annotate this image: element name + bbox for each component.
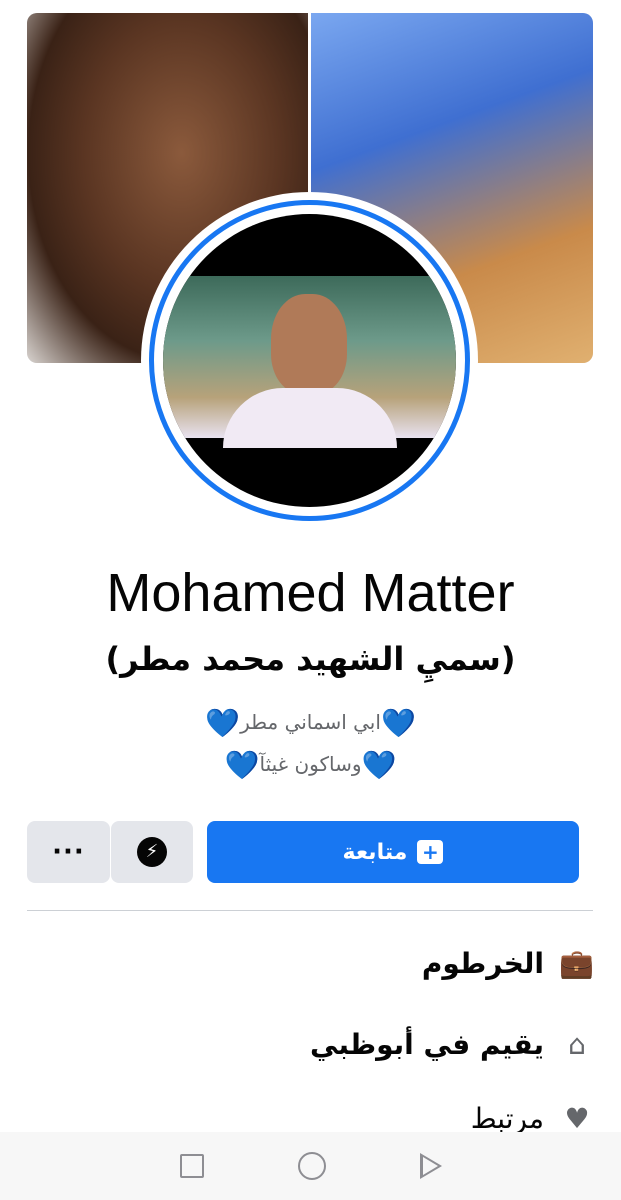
android-navigation-bar [0, 1132, 621, 1200]
message-button[interactable]: ⚡ [111, 821, 193, 883]
home-icon: ⌂ [568, 1027, 586, 1061]
relationship-text: مرتبط [470, 1102, 544, 1135]
blue-heart-icon: 💙 [205, 706, 241, 740]
avatar-video-frame [163, 276, 456, 448]
info-row-relationship[interactable]: ♥ مرتبط [471, 1102, 594, 1135]
lives-in-text: يقيم في أبوظبي [309, 1028, 544, 1061]
more-options-button[interactable]: ··· [27, 821, 110, 883]
profile-alternate-name: (سميِ الشهيد محمد مطر) [105, 640, 516, 678]
workplace-text: الخرطوم [421, 947, 544, 980]
bio-line-1: 💙ابي اسماني مطر💙 [0, 702, 621, 744]
follow-inbox-icon: + [417, 840, 444, 864]
bio-line-2: 💙وساكون غيثآ💙 [0, 744, 621, 786]
blue-heart-icon: 💙 [224, 748, 260, 781]
briefcase-icon: 💼 [559, 946, 594, 980]
profile-picture[interactable] [141, 192, 478, 529]
info-row-lives-in[interactable]: ⌂ يقيم في أبوظبي [310, 1028, 594, 1061]
blue-heart-icon: 💙 [380, 706, 416, 740]
follow-label: متابعة [342, 839, 408, 865]
section-divider [27, 910, 593, 911]
avatar [163, 214, 456, 507]
bio-text-2: وساكون غيثآ [259, 751, 362, 776]
follow-button[interactable]: متابعة + [207, 821, 579, 883]
profile-name: Mohamed Matter [106, 563, 515, 623]
story-ring [149, 200, 470, 521]
avatar-face [271, 294, 347, 394]
messenger-icon: ⚡ [137, 837, 167, 867]
recent-apps-icon[interactable] [179, 1154, 204, 1178]
bio-text-1: ابي اسماني مطر [240, 710, 381, 734]
blue-heart-icon: 💙 [361, 748, 397, 781]
back-icon[interactable] [419, 1153, 442, 1179]
profile-bio: 💙ابي اسماني مطر💙 💙وساكون غيثآ💙 [0, 702, 621, 785]
avatar-shirt [223, 388, 397, 448]
info-row-workplace[interactable]: 💼 الخرطوم [422, 947, 594, 980]
heart-icon: ♥ [564, 1101, 590, 1135]
home-button-icon[interactable] [297, 1152, 326, 1180]
